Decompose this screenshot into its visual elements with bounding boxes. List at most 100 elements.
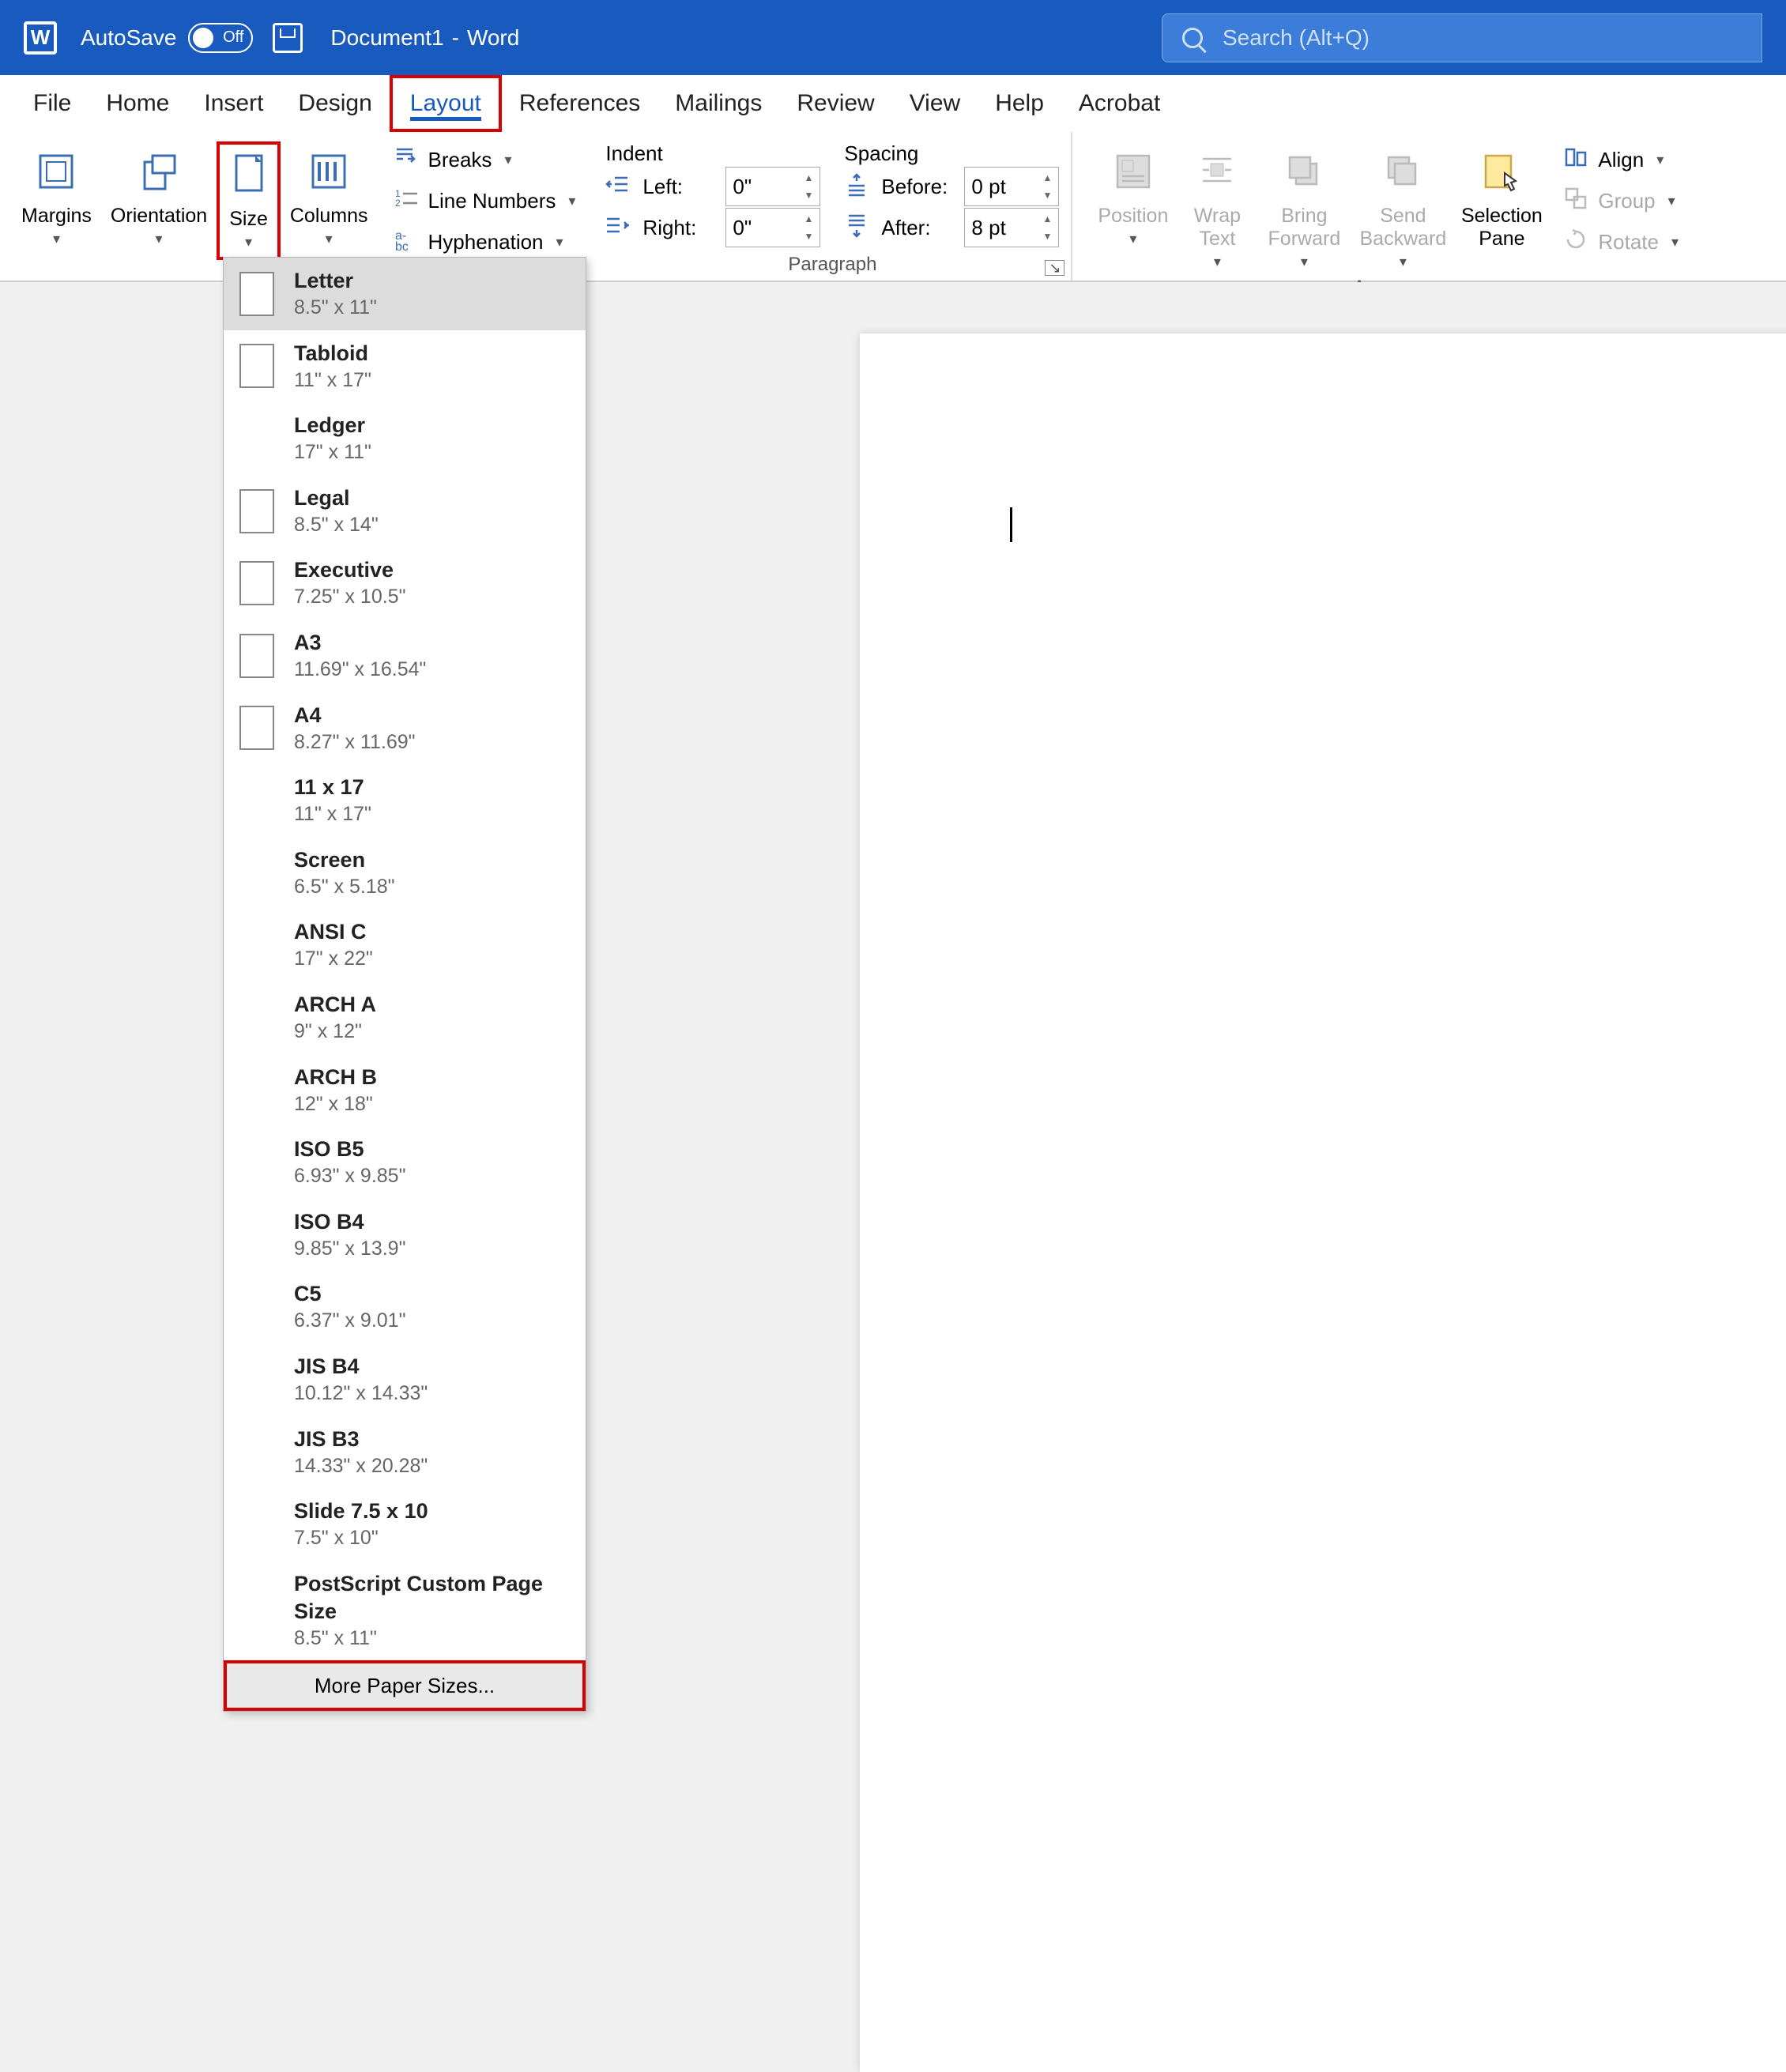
spacing-after-icon [844, 213, 869, 243]
page-thumb-icon [239, 489, 274, 533]
autosave-toggle[interactable]: AutoSave Off [81, 23, 253, 53]
search-icon [1182, 28, 1203, 48]
tab-review[interactable]: Review [779, 75, 891, 132]
size-option-arch-a[interactable]: ARCH A9" x 12" [224, 981, 586, 1054]
spacing-after-input[interactable]: 8 pt▲▼ [964, 208, 1059, 247]
indent-right-icon [605, 213, 631, 243]
tab-view[interactable]: View [892, 75, 978, 132]
save-icon[interactable] [273, 23, 303, 53]
page-thumb-icon [239, 561, 274, 605]
size-option-a4[interactable]: A48.27" x 11.69" [224, 692, 586, 765]
page-thumb-icon [239, 1213, 274, 1257]
size-option-postscript-custom-page-size[interactable]: PostScript Custom Page Size8.5" x 11" [224, 1561, 586, 1661]
paragraph-group-label: Paragraph [605, 254, 1059, 281]
paragraph-launcher-icon[interactable]: ↘ [1045, 260, 1064, 276]
align-button[interactable]: Align▾ [1557, 141, 1685, 178]
tab-design[interactable]: Design [281, 75, 389, 132]
page-thumb-icon [239, 1502, 274, 1546]
size-option-11-x-17[interactable]: 11 x 1711" x 17" [224, 764, 586, 837]
tab-home[interactable]: Home [89, 75, 187, 132]
size-option-a3[interactable]: A311.69" x 16.54" [224, 620, 586, 692]
spacing-before-input[interactable]: 0 pt▲▼ [964, 167, 1059, 206]
group-button: Group▾ [1557, 183, 1685, 219]
page-thumb-icon [239, 1285, 274, 1329]
spacing-before-icon [844, 171, 869, 202]
size-option-slide-7-5-x-10[interactable]: Slide 7.5 x 107.5" x 10" [224, 1488, 586, 1561]
size-option-executive[interactable]: Executive7.25" x 10.5" [224, 547, 586, 620]
breaks-button[interactable]: Breaks▾ [387, 141, 582, 178]
tab-layout[interactable]: Layout [390, 75, 502, 132]
page[interactable] [860, 333, 1786, 2072]
page-thumb-icon [239, 851, 274, 895]
hyphenation-button[interactable]: a-bc Hyphenation▾ [387, 224, 582, 260]
page-thumb-icon [239, 778, 274, 823]
app-name: Word [467, 25, 519, 51]
svg-text:2: 2 [395, 198, 401, 209]
indent-right-input[interactable]: 0"▲▼ [725, 208, 820, 247]
tab-help[interactable]: Help [978, 75, 1061, 132]
size-option-legal[interactable]: Legal8.5" x 14" [224, 475, 586, 548]
selection-pane-button[interactable]: SelectionPane [1454, 141, 1549, 257]
page-thumb-icon [239, 1068, 274, 1112]
tab-mailings[interactable]: Mailings [658, 75, 779, 132]
tab-acrobat[interactable]: Acrobat [1061, 75, 1177, 132]
rotate-icon [1563, 227, 1588, 258]
tab-insert[interactable]: Insert [187, 75, 281, 132]
page-thumb-icon [239, 344, 274, 388]
page-thumb-icon [239, 416, 274, 461]
search-box[interactable]: Search (Alt+Q) [1162, 13, 1762, 62]
search-placeholder: Search (Alt+Q) [1223, 25, 1370, 51]
breaks-icon [394, 145, 419, 175]
size-option-jis-b4[interactable]: JIS B410.12" x 14.33" [224, 1343, 586, 1416]
titlebar: W AutoSave Off Document1 - Word Search (… [0, 0, 1786, 75]
rotate-button: Rotate▾ [1557, 224, 1685, 260]
send-backward-button: SendBackward▾ [1351, 141, 1454, 277]
text-cursor [1010, 507, 1012, 542]
page-thumb-icon [239, 1358, 274, 1402]
size-option-tabloid[interactable]: Tabloid11" x 17" [224, 330, 586, 403]
line-numbers-icon: 12 [394, 186, 419, 217]
tab-references[interactable]: References [502, 75, 658, 132]
word-app-icon: W [24, 21, 57, 55]
orientation-button[interactable]: Orientation▾ [101, 141, 217, 254]
indent-left-icon [605, 171, 631, 202]
page-thumb-icon [239, 272, 274, 316]
indent-header: Indent [605, 141, 820, 166]
page-thumb-icon [239, 634, 274, 678]
tab-file[interactable]: File [16, 75, 89, 132]
size-button[interactable]: Size▾ [217, 141, 281, 260]
hyphenation-icon: a-bc [394, 227, 419, 258]
line-numbers-button[interactable]: 12 Line Numbers▾ [387, 183, 582, 219]
bring-forward-button: BringForward▾ [1257, 141, 1351, 277]
spacing-header: Spacing [844, 141, 1059, 166]
autosave-label: AutoSave [81, 25, 176, 51]
size-option-jis-b3[interactable]: JIS B314.33" x 20.28" [224, 1416, 586, 1489]
align-icon [1563, 145, 1588, 175]
size-option-ledger[interactable]: Ledger17" x 11" [224, 402, 586, 475]
margins-button[interactable]: Margins▾ [12, 141, 101, 254]
page-thumb-icon [239, 1588, 274, 1633]
page-thumb-icon [239, 1140, 274, 1185]
size-dropdown: Letter8.5" x 11"Tabloid11" x 17"Ledger17… [223, 257, 586, 1712]
page-thumb-icon [239, 923, 274, 967]
wrap-text-button: WrapText▾ [1177, 141, 1257, 277]
columns-button[interactable]: Columns▾ [281, 141, 378, 254]
size-option-iso-b4[interactable]: ISO B49.85" x 13.9" [224, 1199, 586, 1271]
autosave-state: Off [223, 28, 243, 47]
size-option-c5[interactable]: C56.37" x 9.01" [224, 1271, 586, 1343]
document-name: Document1 [330, 25, 443, 51]
page-thumb-icon [239, 706, 274, 750]
size-option-screen[interactable]: Screen6.5" x 5.18" [224, 837, 586, 910]
size-option-ansi-c[interactable]: ANSI C17" x 22" [224, 909, 586, 981]
size-option-letter[interactable]: Letter8.5" x 11" [224, 258, 586, 330]
size-option-arch-b[interactable]: ARCH B12" x 18" [224, 1054, 586, 1127]
ribbon-tabs: FileHomeInsertDesignLayoutReferencesMail… [0, 75, 1786, 132]
page-thumb-icon [239, 996, 274, 1040]
group-icon [1563, 186, 1588, 217]
page-thumb-icon [239, 1430, 274, 1474]
more-paper-sizes[interactable]: More Paper Sizes... [224, 1660, 586, 1711]
position-button: Position▾ [1088, 141, 1177, 254]
indent-left-input[interactable]: 0"▲▼ [725, 167, 820, 206]
size-option-iso-b5[interactable]: ISO B56.93" x 9.85" [224, 1126, 586, 1199]
svg-text:bc: bc [395, 240, 409, 252]
